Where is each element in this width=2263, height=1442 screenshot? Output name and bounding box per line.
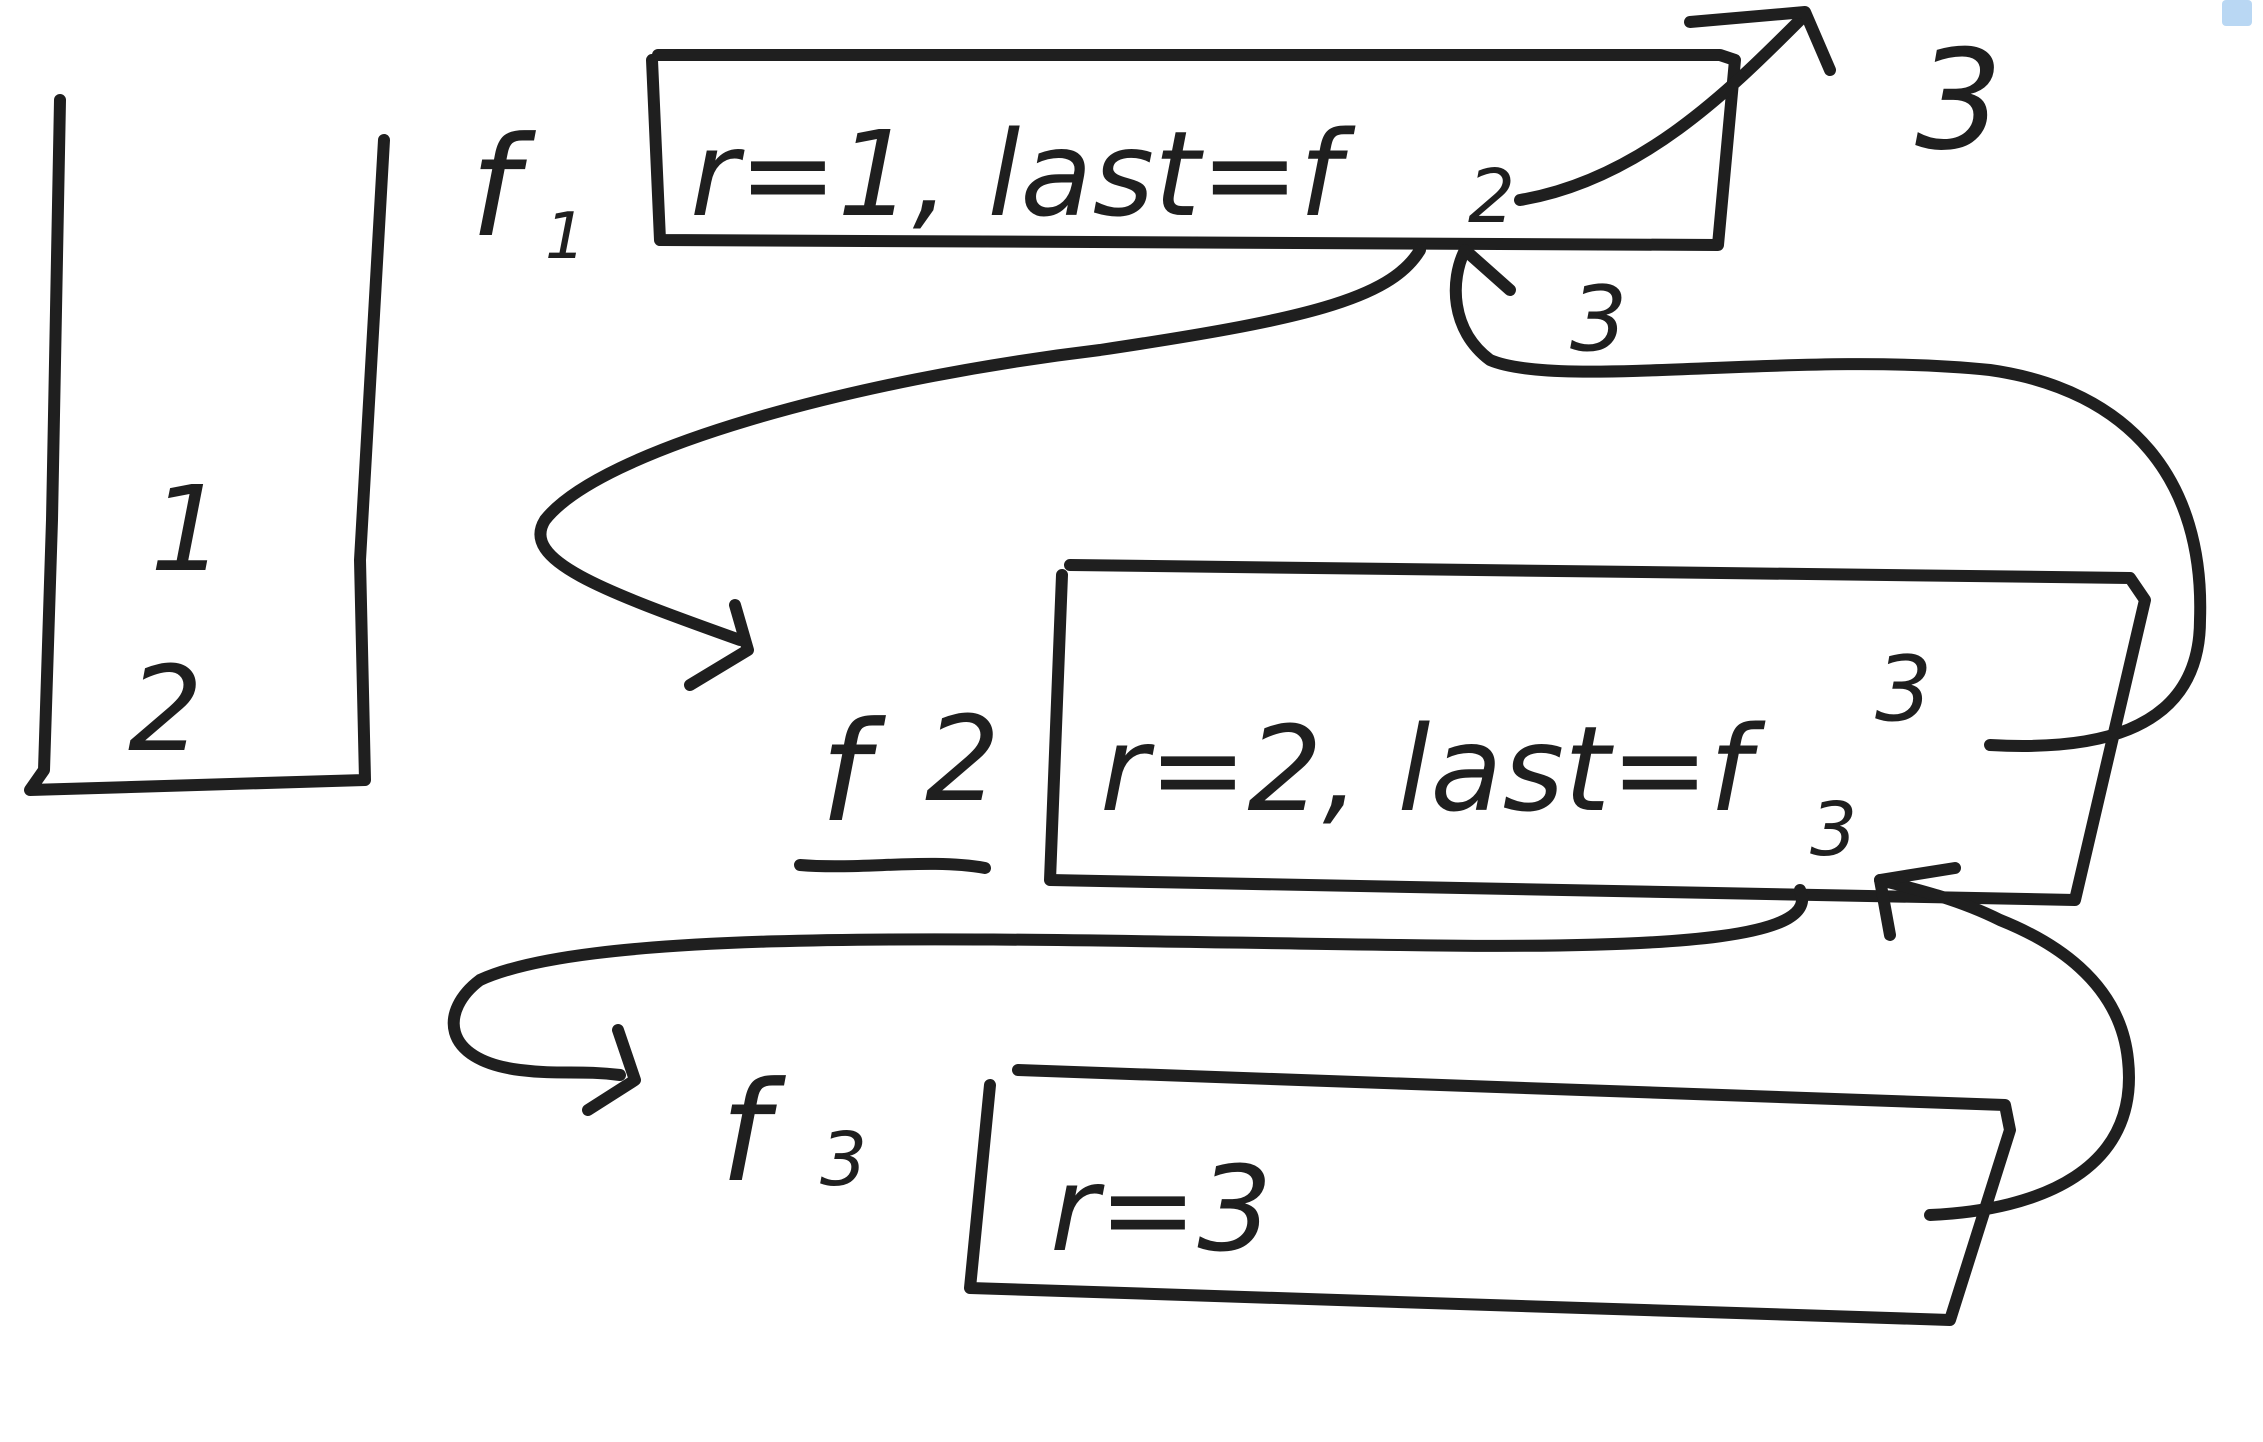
frame-f2-contents: r=2, last=f — [1100, 700, 1766, 838]
return-arrow-f2-to-f1: 3 — [1449, 244, 2207, 752]
return-arrowhead-f2-to-f1 — [1459, 244, 1516, 296]
frame-f3-subscript: 3 — [820, 1117, 867, 1203]
final-result-label: 3 — [1915, 20, 2003, 181]
return-label-f2-to-f1: 3 — [1570, 267, 1627, 372]
call-arrow-f1-to-f2 — [534, 244, 1426, 691]
call-curve-f2-to-f3 — [447, 884, 1808, 1081]
frame-f1: f 1 r=1, last=f 2 — [470, 49, 1741, 274]
frame-f1-subscript: 1 — [545, 200, 586, 274]
frame-f1-last-subscript: 2 — [1468, 154, 1515, 240]
handwritten-diagram: 1 2 f 1 r=1, last=f 2 3 3 f 2 r=2, last=… — [24, 0, 2252, 1326]
frame-f1-contents: r=1, last=f — [690, 105, 1356, 243]
call-curve-f1-to-f2 — [534, 244, 1426, 646]
final-return-arrow: 3 — [1514, 6, 2003, 206]
frame-f2: f 2 r=2, last=f 3 3 — [794, 559, 2151, 906]
stack-item-1: 1 — [150, 460, 225, 598]
frame-f3-name: f — [720, 1052, 786, 1213]
return-curve-f2-to-f1 — [1449, 244, 2207, 752]
corner-app-icon — [2222, 0, 2252, 26]
frame-f2-return-value-label: 3 — [1875, 637, 1932, 742]
frame-f3-contents: r=3 — [1050, 1140, 1272, 1278]
stack-item-2: 2 — [128, 640, 203, 778]
frame-f3: f 3 r=3 — [720, 1052, 2016, 1326]
frame-f2-underline — [794, 857, 991, 874]
frame-f2-name: f — [820, 692, 886, 853]
final-return-curve — [1514, 14, 1806, 206]
frame-f2-subscript: 2 — [925, 690, 1000, 828]
stack-column: 1 2 — [24, 94, 390, 796]
frame-f2-last-subscript: 3 — [1810, 787, 1857, 873]
stack-outline — [24, 94, 390, 796]
frame-f1-name: f — [470, 107, 536, 268]
